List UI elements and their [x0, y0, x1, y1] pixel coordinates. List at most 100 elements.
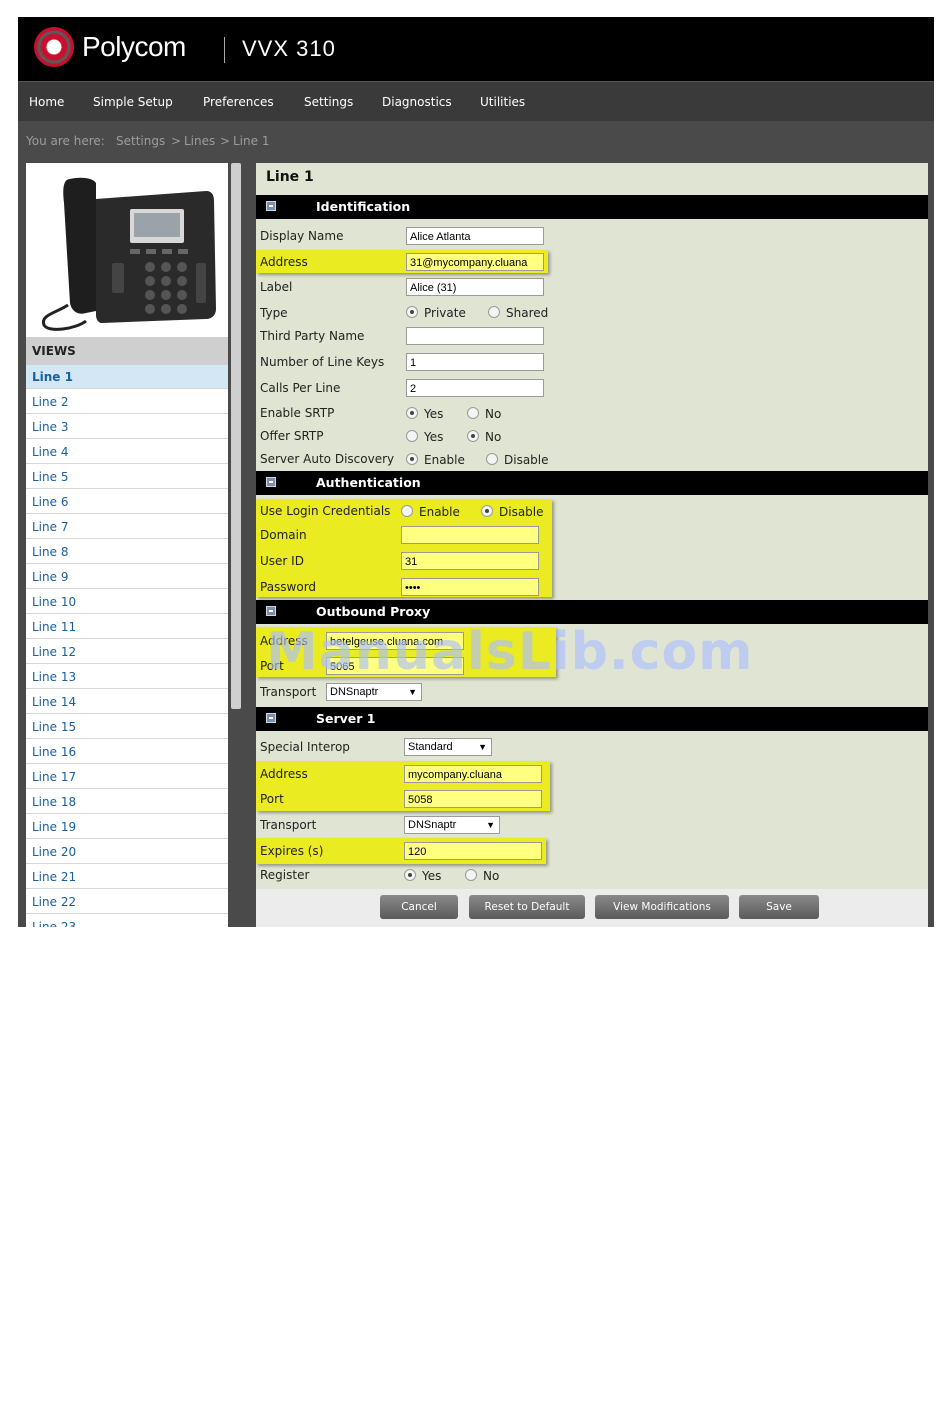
domain-field[interactable]	[401, 526, 539, 544]
dropdown-arrow-icon: ▼	[486, 820, 495, 830]
sidebar-line-10[interactable]: Line 10	[26, 590, 228, 614]
sidebar-line-16[interactable]: Line 16	[26, 740, 228, 764]
register-yes-label: Yes	[422, 869, 442, 883]
sidebar-line-14[interactable]: Line 14	[26, 690, 228, 714]
breadcrumb-settings[interactable]: Settings	[116, 121, 165, 161]
section-outbound-proxy: Outbound Proxy	[256, 600, 928, 624]
sidebar-line-2[interactable]: Line 2	[26, 390, 228, 414]
type-shared-label: Shared	[506, 306, 549, 320]
sidebar-line-15[interactable]: Line 15	[26, 715, 228, 739]
nav-diagnostics[interactable]: Diagnostics	[382, 82, 452, 122]
main-panel: Line 1 Identification Display Name Alice…	[256, 163, 928, 927]
dropdown-arrow-icon: ▼	[408, 687, 417, 697]
sidebar-line-11[interactable]: Line 11	[26, 615, 228, 639]
breadcrumb-sep: >	[171, 134, 182, 148]
server-transport-select[interactable]: DNSnaptr ▼	[404, 816, 500, 834]
user-id-label: User ID	[260, 554, 304, 568]
sidebar-line-6[interactable]: Line 6	[26, 490, 228, 514]
calls-per-line-field[interactable]: 2	[406, 379, 544, 397]
type-shared-radio[interactable]	[488, 306, 500, 318]
address-field[interactable]: 31@mycompany.cluana	[406, 253, 544, 271]
nav-settings[interactable]: Settings	[304, 82, 353, 122]
password-label: Password	[260, 580, 317, 594]
collapse-icon[interactable]	[266, 201, 276, 211]
label-field[interactable]: Alice (31)	[406, 278, 544, 296]
nav-preferences[interactable]: Preferences	[203, 82, 274, 122]
proxy-address-field[interactable]: betelgeuse.cluana.com	[326, 632, 464, 650]
offer-srtp-no-radio[interactable]	[467, 430, 479, 442]
sidebar-line-18[interactable]: Line 18	[26, 790, 228, 814]
page-title: Line 1	[266, 169, 314, 185]
collapse-icon[interactable]	[266, 606, 276, 616]
nav-home[interactable]: Home	[29, 82, 64, 122]
proxy-address-label: Address	[260, 634, 308, 648]
login-enable-radio[interactable]	[401, 505, 413, 517]
proxy-transport-select[interactable]: DNSnaptr ▼	[326, 683, 422, 701]
reset-default-button[interactable]: Reset to Default	[469, 895, 585, 919]
enable-srtp-label: Enable SRTP	[260, 406, 335, 420]
type-private-radio[interactable]	[406, 306, 418, 318]
sidebar-line-1[interactable]: Line 1	[26, 365, 228, 389]
sidebar-line-9[interactable]: Line 9	[26, 565, 228, 589]
auto-disc-enable-radio[interactable]	[406, 453, 418, 465]
breadcrumb: You are here: Settings > Lines > Line 1	[18, 121, 934, 161]
sidebar-scrollbar[interactable]	[231, 163, 241, 709]
sidebar-line-20[interactable]: Line 20	[26, 840, 228, 864]
sidebar-line-22[interactable]: Line 22	[26, 890, 228, 914]
phone-image	[26, 163, 228, 337]
login-disable-radio[interactable]	[481, 505, 493, 517]
cancel-button[interactable]: Cancel	[380, 895, 458, 919]
user-id-field[interactable]: 31	[401, 552, 539, 570]
section-identification: Identification	[256, 195, 928, 219]
auto-disc-disable-radio[interactable]	[486, 453, 498, 465]
use-login-label: Use Login Credentials	[260, 504, 391, 518]
sidebar-line-8[interactable]: Line 8	[26, 540, 228, 564]
server-transport-label: Transport	[260, 818, 317, 832]
special-interop-select[interactable]: Standard ▼	[404, 738, 492, 756]
nav-utilities[interactable]: Utilities	[480, 82, 525, 122]
sidebar-line-17[interactable]: Line 17	[26, 765, 228, 789]
srtp-no-radio[interactable]	[467, 407, 479, 419]
server-address-field[interactable]: mycompany.cluana	[404, 765, 542, 783]
offer-srtp-yes-label: Yes	[424, 430, 444, 444]
register-yes-radio[interactable]	[404, 869, 416, 881]
sidebar-line-12[interactable]: Line 12	[26, 640, 228, 664]
dropdown-arrow-icon: ▼	[478, 742, 487, 752]
offer-srtp-yes-radio[interactable]	[406, 430, 418, 442]
register-no-radio[interactable]	[465, 869, 477, 881]
sidebar-line-13[interactable]: Line 13	[26, 665, 228, 689]
save-button[interactable]: Save	[739, 895, 819, 919]
srtp-yes-radio[interactable]	[406, 407, 418, 419]
expires-field[interactable]: 120	[404, 842, 542, 860]
sidebar-line-19[interactable]: Line 19	[26, 815, 228, 839]
collapse-icon[interactable]	[266, 477, 276, 487]
server-port-field[interactable]: 5058	[404, 790, 542, 808]
section-title: Identification	[316, 199, 411, 214]
offer-srtp-label: Offer SRTP	[260, 429, 324, 443]
login-disable-label: Disable	[499, 505, 544, 519]
third-party-label: Third Party Name	[260, 329, 365, 343]
view-modifications-button[interactable]: View Modifications	[595, 895, 729, 919]
sidebar-line-5[interactable]: Line 5	[26, 465, 228, 489]
section-authentication: Authentication	[256, 471, 928, 495]
breadcrumb-prefix: You are here:	[26, 134, 105, 148]
register-label: Register	[260, 868, 310, 882]
sidebar-line-21[interactable]: Line 21	[26, 865, 228, 889]
sidebar-line-23[interactable]: Line 23	[26, 915, 228, 927]
num-line-keys-field[interactable]: 1	[406, 353, 544, 371]
sidebar-line-7[interactable]: Line 7	[26, 515, 228, 539]
display-name-label: Display Name	[260, 229, 344, 243]
sidebar-line-4[interactable]: Line 4	[26, 440, 228, 464]
collapse-icon[interactable]	[266, 713, 276, 723]
sidebar-line-3[interactable]: Line 3	[26, 415, 228, 439]
calls-per-line-label: Calls Per Line	[260, 381, 341, 395]
display-name-field[interactable]: Alice Atlanta	[406, 227, 544, 245]
app-window: Polycom VVX 310 Home Simple Setup Prefer…	[18, 17, 934, 927]
views-header: VIEWS	[26, 337, 228, 365]
password-field[interactable]: ••••	[401, 578, 539, 596]
section-title: Server 1	[316, 711, 376, 726]
proxy-port-field[interactable]: 5065	[326, 657, 464, 675]
third-party-field[interactable]	[406, 327, 544, 345]
nav-simple-setup[interactable]: Simple Setup	[93, 82, 173, 122]
breadcrumb-lines[interactable]: Lines	[184, 121, 215, 161]
